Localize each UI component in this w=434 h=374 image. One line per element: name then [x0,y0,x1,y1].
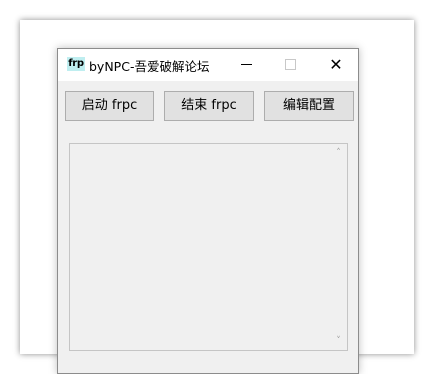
maximize-icon [285,59,296,70]
minimize-icon [241,64,252,65]
close-button[interactable]: ✕ [314,49,358,81]
stop-frpc-button[interactable]: 结束 frpc [164,91,254,121]
scroll-up-icon[interactable]: ˄ [330,146,347,160]
title-bar[interactable]: frp byNPC-吾爱破解论坛 ✕ [58,49,358,81]
close-icon: ✕ [329,55,343,74]
log-textarea[interactable]: ˄ ˅ [69,143,348,351]
window-title: byNPC-吾爱破解论坛 [89,59,210,74]
minimize-button[interactable] [224,49,268,81]
app-icon: frp [67,57,85,71]
app-window: frp byNPC-吾爱破解论坛 ✕ 启动 frpc 结束 frpc 编辑配置 … [57,48,359,374]
maximize-button [268,49,312,81]
edit-config-button[interactable]: 编辑配置 [264,91,354,121]
scroll-down-icon[interactable]: ˅ [330,334,347,348]
vertical-scrollbar[interactable]: ˄ ˅ [329,144,347,350]
start-frpc-button[interactable]: 启动 frpc [65,91,154,121]
